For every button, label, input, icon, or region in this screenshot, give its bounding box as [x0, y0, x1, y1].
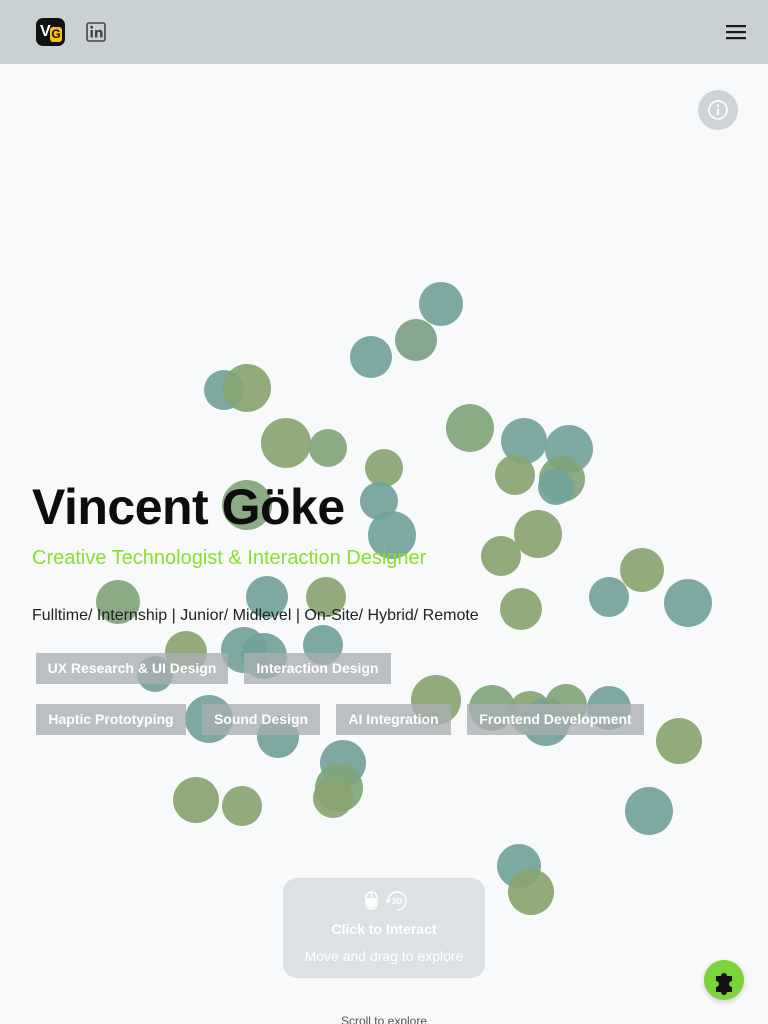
bubble: [320, 740, 366, 786]
3d-rotate-icon: 3D: [385, 891, 407, 911]
bubble: [360, 482, 398, 520]
puzzle-icon: [716, 973, 732, 995]
bubble: [497, 844, 541, 888]
bubble: [419, 282, 463, 326]
availability-text: Fulltime/ Internship | Junior/ Midlevel …: [32, 607, 479, 624]
info-button[interactable]: [698, 90, 738, 130]
skill-tag-interaction-design: Interaction Design: [244, 653, 391, 684]
bubble: [538, 469, 574, 505]
interact-icons: 3D: [365, 891, 407, 911]
bubble: [313, 778, 353, 818]
hero-role-subtitle: Creative Technologist & Interaction Desi…: [32, 547, 427, 569]
bubble: [315, 764, 363, 812]
bubble: [495, 455, 535, 495]
bubble: [501, 418, 547, 464]
bubble: [223, 364, 271, 412]
scroll-hint: Scroll to explore: [340, 1014, 428, 1024]
bubble: [589, 577, 629, 617]
interact-title: Click to Interact: [331, 921, 437, 937]
skill-tag-haptic-prototyping: Haptic Prototyping: [36, 704, 186, 735]
skill-tag-ux-research: UX Research & UI Design: [36, 653, 228, 684]
bubble: [481, 536, 521, 576]
mouse-icon: [365, 891, 378, 910]
bubble: [514, 510, 562, 558]
hamburger-menu-icon[interactable]: [724, 22, 748, 42]
bubble: [204, 370, 244, 410]
vg-logo-icon[interactable]: V G: [36, 18, 65, 46]
puzzle-button[interactable]: [704, 960, 744, 1000]
logo-letter-g: G: [50, 27, 62, 42]
bubble: [664, 579, 712, 627]
skill-tag-sound-design: Sound Design: [202, 704, 320, 735]
bubble: [173, 777, 219, 823]
bubble: [261, 418, 311, 468]
linkedin-icon[interactable]: [86, 22, 106, 42]
interact-subtitle: Move and drag to explore: [304, 948, 464, 964]
bubble: [625, 787, 673, 835]
bubble: [309, 429, 347, 467]
bubble: [656, 718, 702, 764]
hero-name-heading: Vincent Göke: [32, 479, 345, 535]
bubble: [539, 456, 585, 502]
bubble: [350, 336, 392, 378]
bubble: [395, 319, 437, 361]
bubble-group-back: [96, 282, 712, 915]
info-icon: [708, 100, 728, 120]
site-header: V G: [0, 0, 768, 64]
3d-label: 3D: [392, 897, 402, 906]
bubble: [545, 425, 593, 473]
click-to-interact-overlay[interactable]: 3D Click to Interact Move and drag to ex…: [283, 878, 485, 978]
bubble: [508, 869, 554, 915]
bubble: [222, 786, 262, 826]
skill-tag-frontend-development: Frontend Development: [467, 704, 644, 735]
skill-tag-ai-integration: AI Integration: [336, 704, 451, 735]
bubble: [446, 404, 494, 452]
bubble: [500, 588, 542, 630]
bubble: [620, 548, 664, 592]
bubble: [365, 449, 403, 487]
